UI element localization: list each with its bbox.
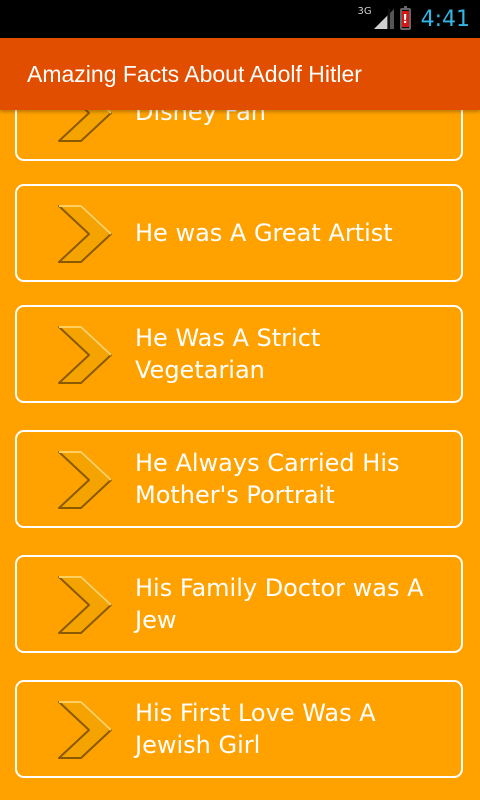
list-item-family-doctor[interactable]: His Family Doctor was A Jew [15,555,463,653]
list-item-great-artist[interactable]: He was A Great Artist [15,184,463,282]
chevron-right-icon [58,701,112,759]
app-title: Amazing Facts About Adolf Hitler [27,61,362,87]
list-item-label: His Family Doctor was A Jew [135,574,424,634]
list-item-strict-vegetarian[interactable]: He Was A Strict Vegetarian [15,305,463,403]
list-item-label: He was A Great Artist [135,219,393,247]
list-item-label: His First Love Was A Jewish Girl [135,699,376,759]
chevron-right-icon [58,205,112,263]
network-type-label: 3G [357,5,372,17]
chevron-right-icon [58,451,112,509]
app-bar: Amazing Facts About Adolf Hitler [0,38,480,110]
facts-list[interactable]: Disney Fan He was A Great Artist He Was … [0,110,480,800]
signal-icon [373,9,394,29]
list-item-disney-fan[interactable]: Disney Fan [15,110,463,161]
list-item-label: Disney Fan [135,110,266,126]
status-icons: 3G ! 4:41 [357,0,470,38]
list-item-label: He Always Carried His Mother's Portrait [135,449,400,509]
chevron-right-icon [58,110,112,142]
status-bar: 3G ! 4:41 [0,0,480,38]
list-item-first-love[interactable]: His First Love Was A Jewish Girl [15,680,463,778]
list-item-label: He Was A Strict Vegetarian [135,324,321,384]
clock: 4:41 [420,6,470,32]
chevron-right-icon [58,576,112,634]
battery-alert-label: ! [401,11,409,27]
chevron-right-icon [58,326,112,384]
list-item-mothers-portrait[interactable]: He Always Carried His Mother's Portrait [15,430,463,528]
battery-icon: ! [399,6,411,30]
